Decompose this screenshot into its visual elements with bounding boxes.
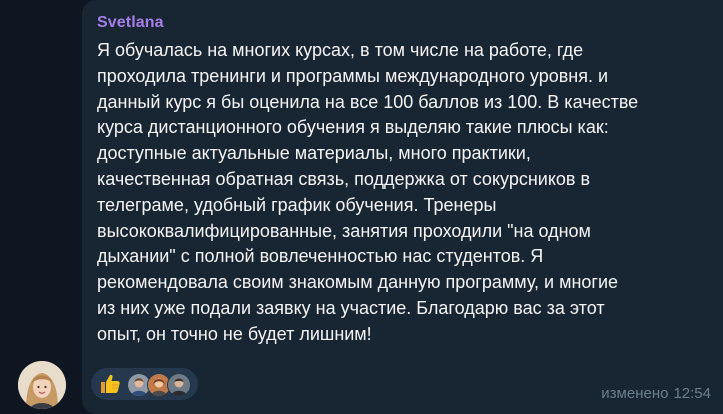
message-meta: изменено 12:54 [596,385,711,402]
chat-area: Svetlana Я обучалась на многих курсах, в… [0,0,723,414]
reactor-avatar [167,373,191,397]
sender-avatar[interactable] [18,361,66,409]
sender-name[interactable]: Svetlana [97,14,164,32]
edited-label: изменено [601,385,669,402]
message-bubble[interactable]: Svetlana Я обучалась на многих курсах, в… [82,0,723,414]
reaction-button[interactable] [91,368,198,400]
thumbs-up-icon [98,372,122,396]
message-time: 12:54 [673,385,711,402]
message-text: Я обучалась на многих курсах, в том числ… [97,40,639,344]
